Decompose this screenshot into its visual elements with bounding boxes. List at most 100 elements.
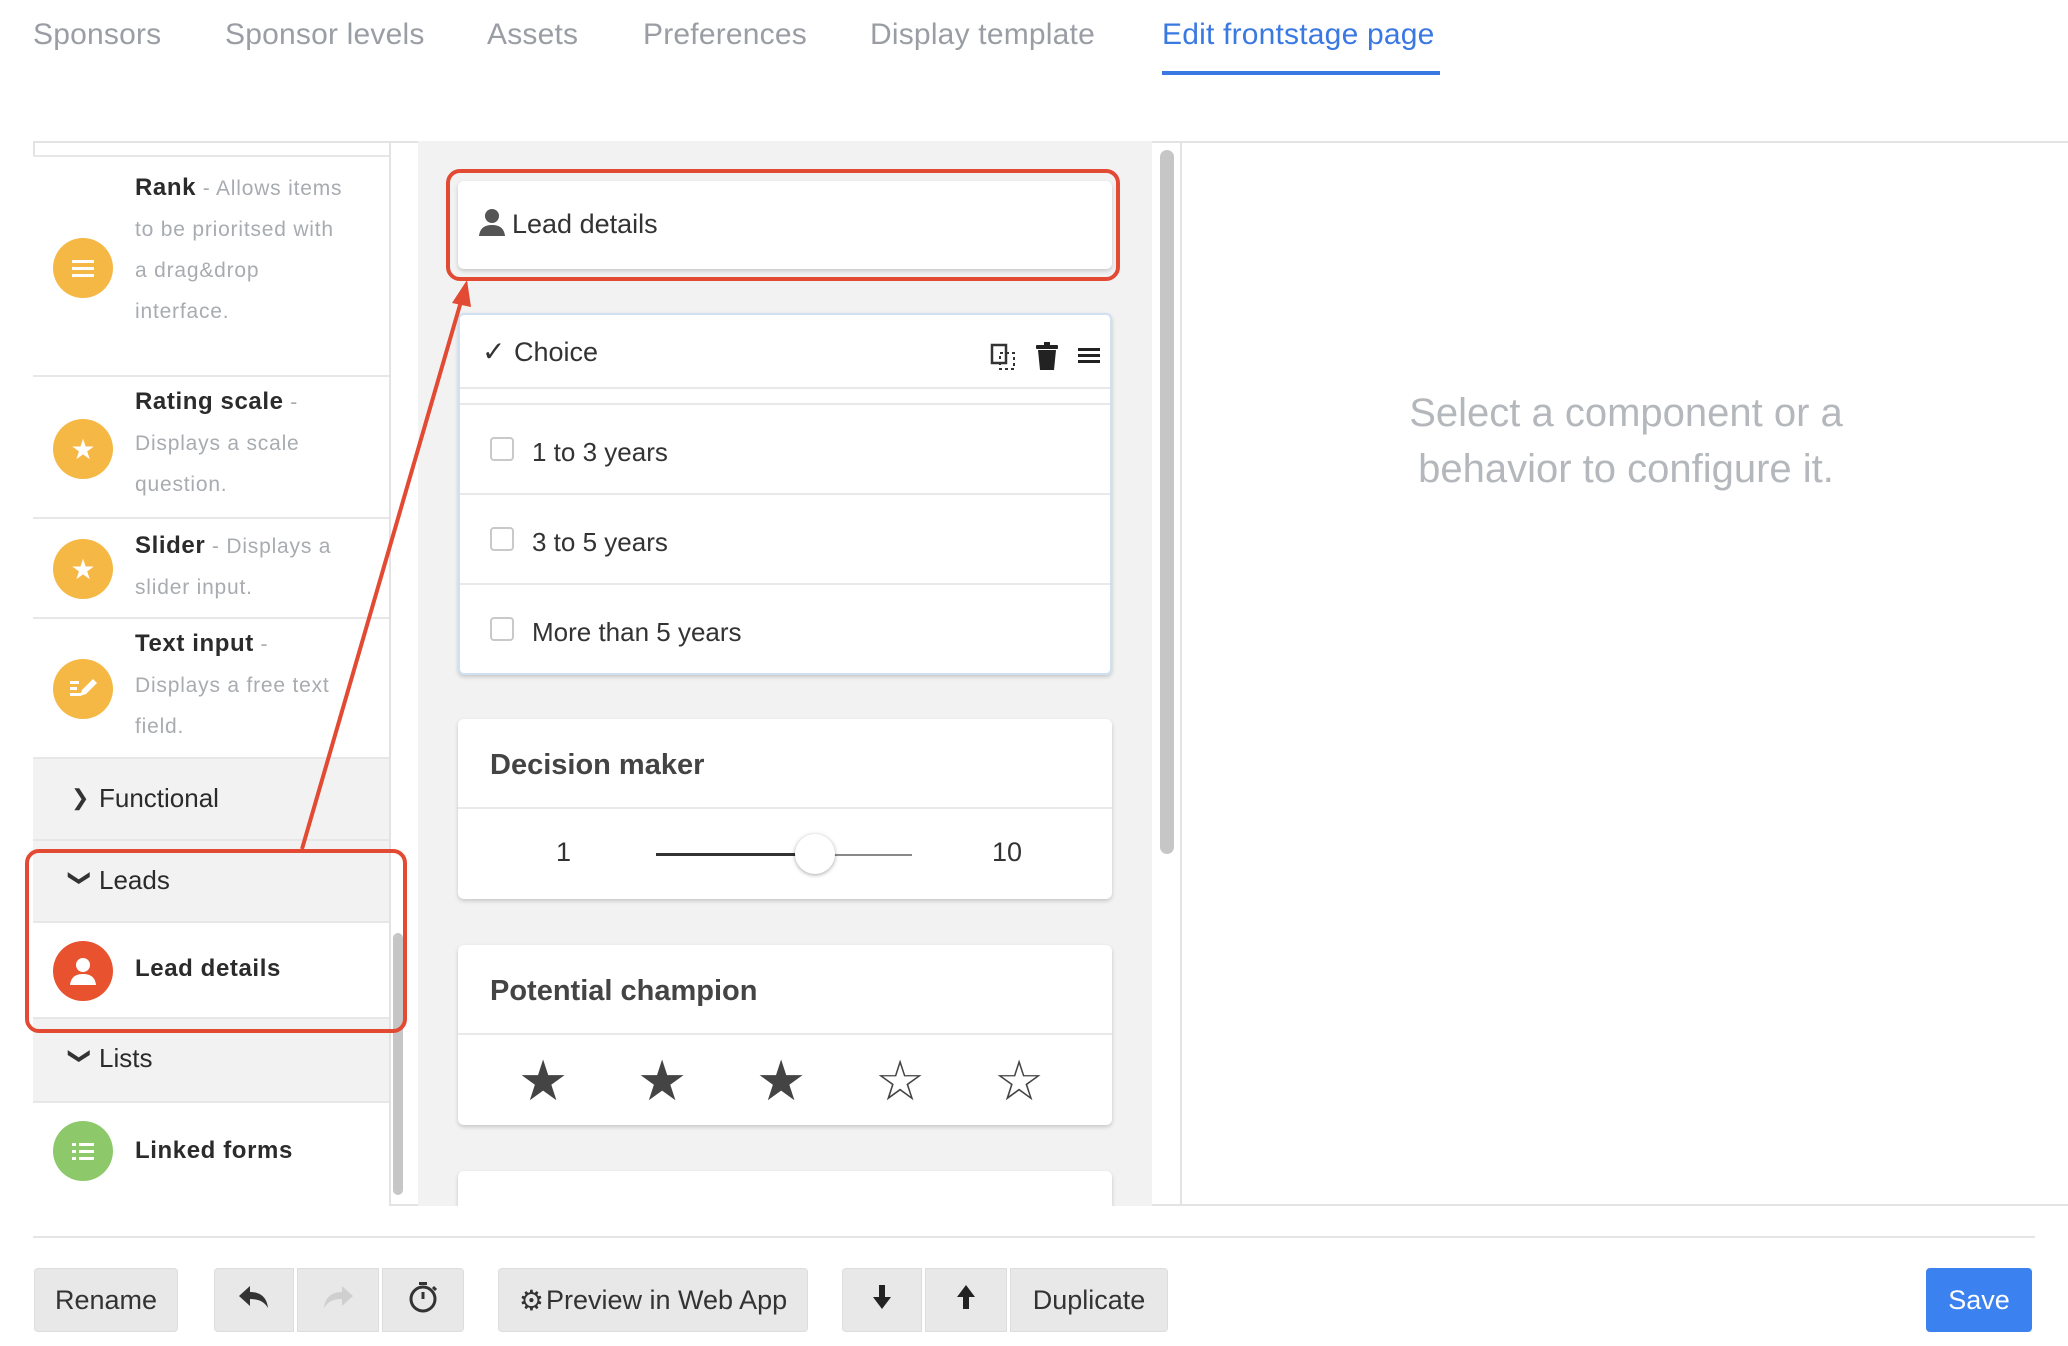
divider [460,493,1110,495]
slider-track[interactable] [656,834,912,874]
category-label: Lists [99,1043,153,1073]
move-down-button[interactable] [842,1268,922,1332]
edit-icon [53,659,113,719]
config-panel: Select a component or a behavior to conf… [1180,141,2068,1206]
arrow-down-icon [872,1284,892,1317]
preview-label: Preview in Web App [545,1284,788,1315]
history-button[interactable] [382,1268,464,1332]
category-functional[interactable]: ❯ Functional [33,759,389,841]
lead-details-label: Lead details [512,209,658,239]
category-leads[interactable]: ❯ Leads [33,841,389,923]
component-palette: Rank - Allows items to be prioritsed wit… [33,141,391,1206]
undo-button[interactable] [214,1268,294,1332]
category-lists[interactable]: ❯ Lists [33,1019,389,1103]
palette-item-name: Linked forms [135,1137,293,1164]
divider [458,1033,1112,1035]
card-title: Decision maker [490,749,705,781]
palette-item-name: Rank [135,174,197,201]
rank-icon [53,238,113,298]
page-canvas: Lead details ✓ Choice 1 to 3 years 3 to … [418,141,1152,1206]
choice-label: Choice [514,337,599,367]
config-message-text: Select a component or a behavior to conf… [1409,391,1843,491]
rename-button[interactable]: Rename [34,1268,178,1332]
person-icon [53,941,113,1001]
potential-champion-card[interactable]: Potential champion ★ ★ ★ ☆ ☆ [458,945,1112,1125]
palette-item-name: Rating scale [135,388,284,415]
list-icon [53,1121,113,1181]
gear-icon: ⚙ [518,1284,544,1316]
option-label: 1 to 3 years [532,437,668,467]
tab-sponsors[interactable]: Sponsors [33,18,161,52]
tab-display-template[interactable]: Display template [870,18,1095,52]
save-button[interactable]: Save [1926,1268,2032,1332]
slider-fill [656,853,815,856]
copy-icon[interactable] [990,343,1016,376]
stopwatch-icon [408,1281,438,1320]
palette-item-rank[interactable]: Rank - Allows items to be prioritsed wit… [33,155,389,377]
divider [458,807,1112,809]
tab-preferences[interactable]: Preferences [643,18,807,52]
config-placeholder-message: Select a component or a behavior to conf… [1182,385,2068,497]
tab-bar: Sponsors Sponsor levels Assets Preferenc… [0,0,2068,80]
arrow-up-icon [956,1284,976,1317]
chevron-right-icon: ❯ [71,785,90,810]
palette-item-text: Slider - Displays a slider input. [135,525,349,608]
palette-item-text: Text input - Displays a free text field. [135,623,349,747]
drag-handle-icon[interactable] [1078,347,1100,370]
palette-item-text-input[interactable]: Text input - Displays a free text field. [33,619,389,759]
footer-divider [33,1236,2035,1238]
check-icon: ✓ [482,336,506,367]
chevron-down-icon: ❯ [68,1046,94,1066]
palette-item-text: Rank - Allows items to be prioritsed wit… [135,167,349,332]
trash-icon[interactable] [1035,341,1059,376]
duplicate-button[interactable]: Duplicate [1010,1268,1168,1332]
category-label: Leads [99,865,170,895]
person-icon [478,207,506,242]
tab-assets[interactable]: Assets [487,18,578,52]
decision-maker-card[interactable]: Decision maker 1 10 [458,719,1112,899]
star-filled-icon[interactable]: ★ [756,1051,806,1111]
canvas-scrollbar[interactable] [1160,150,1174,854]
slider-max-label: 10 [992,837,1023,867]
preview-button[interactable]: ⚙ Preview in Web App [498,1268,808,1332]
star-empty-icon[interactable]: ☆ [875,1051,925,1111]
palette-item-linked-forms[interactable]: Linked forms [33,1103,389,1206]
palette-scrollbar[interactable] [393,933,403,1195]
palette-item-lead-details[interactable]: Lead details [33,923,389,1019]
card-title: Potential champion [490,975,758,1007]
option-checkbox[interactable] [490,527,514,551]
redo-button[interactable] [297,1268,379,1332]
chevron-down-icon: ❯ [68,868,94,888]
palette-item-slider[interactable]: ★ Slider - Displays a slider input. [33,519,389,619]
palette-item-name: Slider [135,532,206,559]
star-filled-icon[interactable]: ★ [637,1051,687,1111]
lead-details-card[interactable]: Lead details [458,181,1112,269]
star-icon: ★ [53,539,113,599]
palette-item-text: Rating scale - Displays a scale question… [135,381,349,505]
active-tab-indicator [1162,71,1440,75]
divider [460,583,1110,585]
star-empty-icon[interactable]: ☆ [994,1051,1044,1111]
palette-item-text: Linked forms [135,1133,349,1170]
star-filled-icon[interactable]: ★ [518,1051,568,1111]
redo-icon [322,1284,354,1317]
palette-item-rating-scale[interactable]: ★ Rating scale - Displays a scale questi… [33,377,389,519]
move-up-button[interactable] [925,1268,1007,1332]
tab-sponsor-levels[interactable]: Sponsor levels [225,18,425,52]
category-label: Functional [99,783,219,813]
palette-item-name: Text input [135,630,254,657]
star-icon: ★ [53,419,113,479]
next-card[interactable] [458,1171,1112,1206]
option-checkbox[interactable] [490,617,514,641]
undo-icon [238,1284,270,1317]
choice-card[interactable]: ✓ Choice 1 to 3 years 3 to 5 years More … [458,313,1112,675]
divider [460,403,1110,405]
slider-min-label: 1 [556,837,572,867]
option-label: More than 5 years [532,617,742,647]
tab-edit-frontstage-page[interactable]: Edit frontstage page [1162,18,1435,52]
slider-thumb[interactable] [794,834,835,874]
star-rating[interactable]: ★ ★ ★ ☆ ☆ [518,1051,1058,1111]
option-checkbox[interactable] [490,437,514,461]
palette-item-text: Lead details [135,951,349,988]
divider [460,387,1110,389]
